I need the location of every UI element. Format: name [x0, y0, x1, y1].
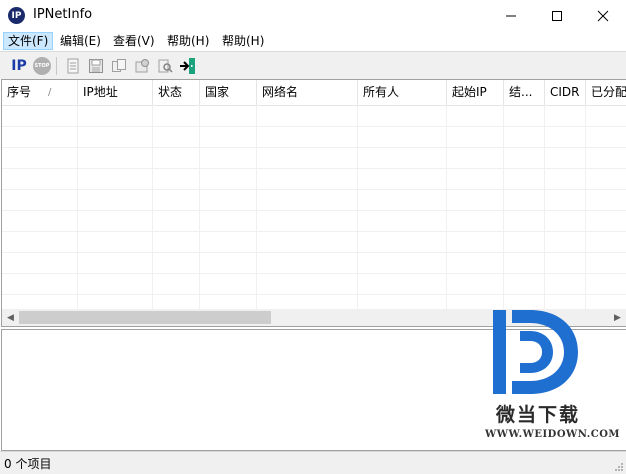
window-title: IPNetInfo [33, 7, 93, 22]
empty-row [2, 126, 626, 148]
scroll-right-button[interactable]: ▶ [609, 309, 626, 326]
status-bar: 0 个项目 [0, 451, 626, 474]
grid-line [199, 105, 200, 311]
empty-row [2, 147, 626, 169]
watermark-name: 微当下载 [496, 404, 581, 426]
maximize-button[interactable] [534, 0, 580, 31]
watermark-logo-icon [493, 310, 578, 394]
ip-icon: IP [11, 58, 27, 74]
menu-help-2[interactable]: 帮助(H) [218, 33, 268, 49]
close-icon [597, 10, 609, 21]
chevron-right-icon: ▶ [614, 312, 621, 323]
title-bar: IP IPNetInfo [0, 0, 626, 31]
grid-line [585, 105, 586, 311]
resize-grip-icon[interactable] [614, 462, 624, 472]
column-header-ip[interactable]: IP地址 [78, 80, 153, 105]
app-icon: IP [8, 7, 25, 24]
empty-row [2, 231, 626, 253]
column-header-country[interactable]: 国家 [200, 80, 257, 105]
menu-help[interactable]: 帮助(H) [163, 33, 213, 49]
copy-button[interactable] [109, 56, 129, 76]
maximize-icon [552, 10, 562, 21]
column-header-cidr[interactable]: CIDR [545, 80, 586, 105]
empty-row [2, 189, 626, 211]
list-header: 序号 / IP地址 状态 国家 网络名 所有人 起始IP 结... CIDR 已分… [2, 80, 626, 106]
empty-row [2, 105, 626, 127]
grid-line [77, 105, 78, 311]
column-header-status[interactable]: 状态 [153, 80, 200, 105]
grid-line [503, 105, 504, 311]
sort-indicator-icon: / [48, 87, 52, 98]
save-button[interactable] [86, 56, 106, 76]
grid-line [544, 105, 545, 311]
grid-line [446, 105, 447, 311]
empty-row [2, 210, 626, 232]
menu-edit[interactable]: 编辑(E) [56, 33, 105, 49]
exit-button[interactable] [178, 56, 198, 76]
chevron-left-icon: ◀ [7, 312, 14, 323]
toolbar: IP STOP [0, 51, 626, 79]
document-icon [67, 58, 79, 74]
toolbar-separator [56, 57, 57, 75]
stop-icon: STOP [33, 57, 51, 75]
column-header-index[interactable]: 序号 / [2, 80, 78, 105]
minimize-icon [506, 15, 516, 16]
watermark-url: WWW.WEIDOWN.COM [485, 429, 620, 440]
grid-line [357, 105, 358, 311]
results-list[interactable]: 序号 / IP地址 状态 国家 网络名 所有人 起始IP 结... CIDR 已分… [1, 79, 626, 327]
ip-lookup-button[interactable]: IP [9, 56, 29, 76]
copy-icon [112, 59, 126, 72]
empty-row [2, 252, 626, 274]
close-button[interactable] [580, 0, 626, 31]
status-item-count: 0 个项目 [4, 457, 52, 471]
scroll-left-button[interactable]: ◀ [2, 309, 19, 326]
column-header-network-name[interactable]: 网络名 [257, 80, 358, 105]
scroll-thumb[interactable] [19, 311, 271, 324]
options-button[interactable] [132, 56, 152, 76]
menu-bar: 文件(F) 编辑(E) 查看(V) 帮助(H) 帮助(H) [0, 31, 626, 51]
exit-icon [180, 58, 195, 74]
column-header-owner[interactable]: 所有人 [358, 80, 447, 105]
save-icon [89, 59, 103, 73]
column-header-allocated[interactable]: 已分配 [586, 80, 626, 105]
properties-button[interactable] [63, 56, 83, 76]
menu-file[interactable]: 文件(F) [3, 32, 54, 50]
column-header-end-ip[interactable]: 结... [504, 80, 545, 105]
find-icon [158, 59, 173, 73]
stop-button[interactable]: STOP [32, 56, 52, 76]
minimize-button[interactable] [488, 0, 534, 31]
grid-line [152, 105, 153, 311]
grid-line [256, 105, 257, 311]
empty-row [2, 273, 626, 295]
column-header-start-ip[interactable]: 起始IP [447, 80, 504, 105]
menu-view[interactable]: 查看(V) [109, 33, 159, 49]
empty-row [2, 168, 626, 190]
find-button[interactable] [155, 56, 175, 76]
settings-icon [135, 59, 149, 73]
